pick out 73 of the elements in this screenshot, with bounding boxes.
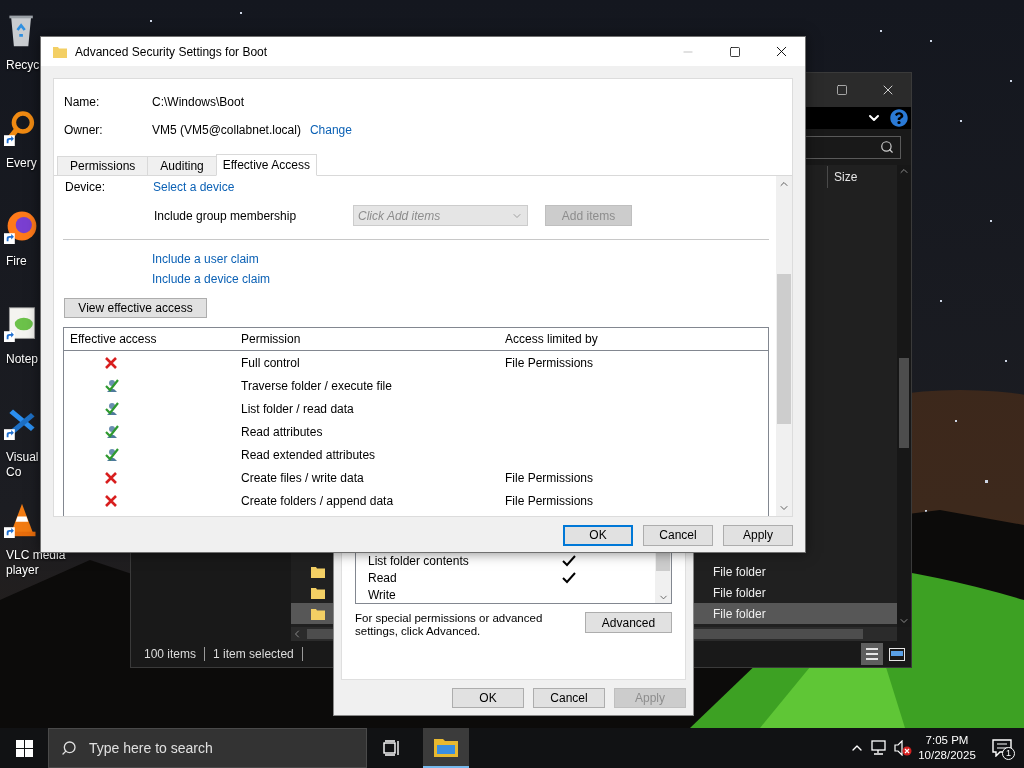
table-cell-text: Read attributes [240,424,324,439]
notification-badge: 1 [1002,747,1015,760]
icon-label[interactable]: Fire [4,254,27,269]
column-header[interactable]: Size [827,166,858,188]
table-cell-text: List folder / read data [240,401,355,416]
help-icon[interactable] [890,109,908,127]
type-cell[interactable]: File folder [707,603,897,624]
tab[interactable]: Auditing [147,156,217,176]
field-label: Name: [64,94,101,109]
window-icon [889,647,905,661]
column-header[interactable]: Permission [235,332,499,346]
claim-link[interactable]: Include a device claim [152,272,271,286]
column-header[interactable]: Effective access [64,332,235,346]
window-title: Advanced Security Settings for Boot [75,44,269,59]
table-cell-text: File Permissions [504,493,594,508]
network-icon[interactable] [870,740,889,756]
dialog-button[interactable]: OK [563,524,633,546]
folder-icon [311,586,325,599]
table-cell-text: Read extended attributes [240,447,377,462]
table-cell-text: Traverse folder / execute file [240,378,393,393]
type-cell[interactable]: File folder [707,561,897,582]
folder-icon [434,737,458,757]
table-cell-text: File Permissions [504,470,594,485]
owner-value: VM5 (VM5@collabnet.local) [152,122,301,137]
permission-name: List folder contents [367,553,470,568]
search-icon [880,140,894,154]
icon-label[interactable]: Recyc [4,58,40,73]
clock[interactable]: 7:05 PM 10/28/2025 [914,728,980,768]
table-cell-text: Full control [240,355,301,370]
advanced-button[interactable]: Advanced [585,612,672,633]
claim-link[interactable]: Include a user claim [152,252,259,266]
search-icon [61,740,77,756]
field-label: Include group membership [154,208,298,223]
permission-name: Write [367,587,397,602]
table-cell-text: Create files / write data [240,470,365,485]
column-header[interactable]: Access limited by [499,332,598,346]
change-link[interactable]: Change [309,122,352,137]
tab[interactable]: Permissions [57,156,149,176]
list-icon [866,647,878,661]
view-access-button[interactable]: View effective access [64,298,207,318]
type-cell[interactable]: File folder [707,582,897,603]
select-device-link[interactable]: Select a device [153,180,235,194]
icon-label[interactable]: Visual Co [4,450,39,480]
icon-label[interactable]: Notep [4,352,39,367]
permission-name: Read [367,570,398,585]
taskbar-app-button[interactable] [423,728,469,768]
dialog-button[interactable]: Cancel [643,524,713,546]
scrollbar-thumb[interactable] [777,274,791,424]
table-cell-text: Create folders / append data [240,493,395,508]
maximize-icon[interactable] [728,45,741,58]
status-text: 100 items [144,647,197,661]
tab[interactable]: Effective Access [215,154,317,176]
windows-logo-icon[interactable] [15,739,33,757]
task-view-icon[interactable] [383,740,401,756]
hint-text: For special permissions or advanced settings, click Advanced. [355,612,544,638]
folder-icon [311,607,325,620]
dialog-button[interactable]: Cancel [533,688,605,708]
dialog-button[interactable]: OK [452,688,524,708]
icon-label[interactable]: Every [4,156,37,171]
scrollbar[interactable] [776,176,792,516]
field-label: Owner: [64,122,104,137]
table-cell-text: File Permissions [504,355,594,370]
status-text: 1 item selected [213,647,294,661]
folder-icon [53,45,67,58]
search-field[interactable]: Type here to search [48,728,367,768]
folder-icon [311,565,325,578]
scrollbar-thumb[interactable] [899,358,909,448]
name-value: C:\Windows\Boot [152,94,245,109]
notification-icon[interactable] [992,739,1012,757]
speaker-icon[interactable] [893,740,912,756]
details-view-button[interactable] [861,643,883,665]
field-label: Device: [65,180,106,194]
dialog-button[interactable]: Apply [723,524,793,546]
